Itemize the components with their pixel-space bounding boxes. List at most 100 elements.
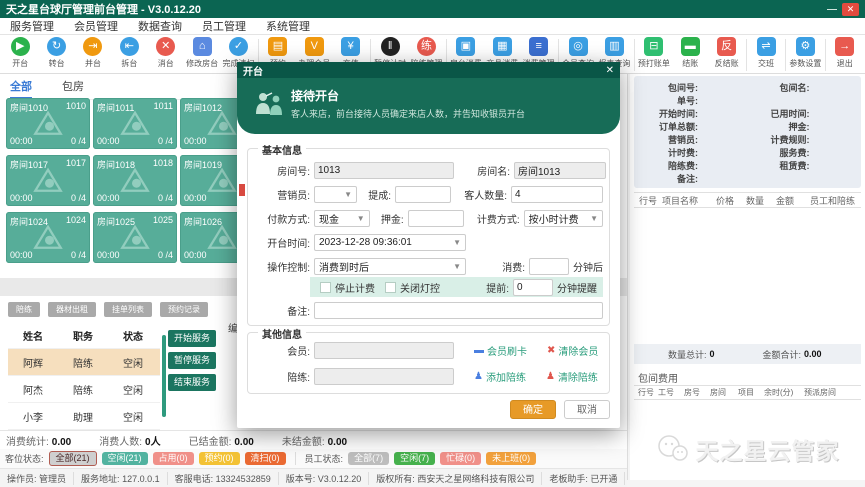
room-logo-icon [207, 109, 237, 139]
guests-field[interactable] [511, 186, 603, 203]
commission-field[interactable] [395, 186, 451, 203]
cancel-button[interactable]: 取消 [564, 400, 610, 419]
col: 行号 [634, 387, 658, 398]
seat-chip-free[interactable]: 空闲(21) [102, 452, 148, 465]
room-card[interactable]: 房间10251025 00:000 /4 [93, 212, 177, 263]
control-options-band: 停止计费 关闭灯控 提前: 分钟提醒 [310, 277, 603, 297]
table-row[interactable]: 阿辉 陪练 空闲 [8, 349, 160, 376]
room-occupancy: 0 /4 [158, 193, 173, 203]
equipment-rent-button[interactable]: 器材出租 [48, 302, 96, 317]
start-service-button[interactable]: 开始服务 [168, 330, 216, 347]
remark-row: 备注: [254, 301, 603, 319]
room-card[interactable]: 房间10101010 00:000 /4 [6, 98, 90, 149]
menu-data-query[interactable]: 数据查询 [138, 18, 182, 34]
col-status: 状态 [108, 328, 158, 343]
toolbar-shift-change-button[interactable]: ⇌交班 [748, 37, 784, 69]
clear-coach-link[interactable]: ♟清除陪练 [546, 369, 598, 384]
room-card[interactable]: 房间10111011 00:000 /4 [93, 98, 177, 149]
stop-billing-checkbox[interactable] [320, 282, 331, 293]
minimize-button[interactable]: — [827, 4, 837, 15]
open-time-picker[interactable]: 2023-12-28 09:36:01▼ [314, 234, 466, 251]
dialog-header: 接待开台 客人来店，前台接待人员确定来店人数，并告知收银员开台 [237, 78, 620, 134]
menu-service[interactable]: 服务管理 [10, 18, 54, 34]
trash-icon: ✖ [547, 345, 555, 356]
toolbar-exit-button[interactable]: →退出 [827, 37, 863, 69]
version-info: 版本号: V3.0.12.20 [279, 472, 370, 485]
room-name-field[interactable] [514, 162, 606, 179]
consume-suffix: 分钟后 [573, 259, 603, 274]
staff-chip-all[interactable]: 全部(7) [348, 452, 389, 465]
pause-service-button[interactable]: 暂停服务 [168, 352, 216, 369]
member-field[interactable] [314, 342, 454, 359]
coach-button[interactable]: 陪练 [8, 302, 40, 317]
clear-member-link[interactable]: ✖清除会员 [547, 343, 598, 358]
room-code: 1025 [153, 215, 173, 225]
copyright-info: 版权所有: 西安天之星网络科技有限公司 [369, 472, 542, 485]
col: 余时(分) [764, 387, 804, 398]
toolbar-split-table-button[interactable]: ⇤拆台 [111, 37, 147, 69]
menu-system[interactable]: 系统管理 [266, 18, 310, 34]
reservation-records-button[interactable]: 预约记录 [160, 302, 208, 317]
scrollbar-thumb[interactable] [162, 335, 166, 417]
deposit-field[interactable] [408, 210, 464, 227]
dialog-title: 开台 [243, 63, 263, 78]
marketer-select[interactable]: ▼ [314, 186, 357, 203]
coach-field[interactable] [314, 368, 454, 385]
end-service-button[interactable]: 结束服务 [168, 374, 216, 391]
room-time: 00:00 [10, 250, 33, 260]
server-address-info: 服务地址: 127.0.0.1 [74, 472, 168, 485]
remark-field[interactable] [314, 302, 603, 319]
swipe-member-card-link[interactable]: ▬会员刷卡 [474, 343, 527, 358]
toolbar-merge-table-button[interactable]: ⇥并台 [75, 37, 111, 69]
room-logo-icon [120, 109, 150, 139]
toolbar-checkout-button[interactable]: ▬结账 [672, 37, 708, 69]
table-row[interactable]: 小李 助理 空闲 [8, 403, 160, 430]
toolbar-open-table-button[interactable]: ▶开台 [2, 37, 38, 69]
seat-chip-all[interactable]: 全部(21) [49, 451, 97, 466]
boss-assistant-info: 老板助手: 已开通 [542, 472, 625, 485]
menu-staff[interactable]: 员工管理 [202, 18, 246, 34]
toolbar-transfer-table-button[interactable]: ↻转台 [38, 37, 74, 69]
billing-select[interactable]: 按小时计费▼ [524, 210, 603, 227]
room-card[interactable]: 房间10241024 00:000 /4 [6, 212, 90, 263]
toolbar-reverse-checkout-button[interactable]: 反反结账 [708, 37, 744, 69]
room-time: 00:00 [184, 250, 207, 260]
tab-private-rooms[interactable]: 包房 [62, 78, 84, 99]
room-no-field[interactable] [314, 162, 454, 179]
staff-chip-off-duty[interactable]: 未上班(0) [486, 452, 536, 465]
dialog-close-icon[interactable]: ✕ [606, 65, 614, 76]
seat-chip-occupied[interactable]: 占用(0) [153, 452, 194, 465]
reservation-icon: ▤ [268, 37, 287, 56]
consume-minutes-field[interactable] [529, 258, 569, 275]
person-remove-icon: ♟ [546, 371, 555, 382]
room-card[interactable]: 房间10181018 00:000 /4 [93, 155, 177, 206]
op-control-select[interactable]: 消费到时后▼ [314, 258, 466, 275]
remind-minutes-field[interactable] [513, 279, 553, 296]
staff-chip-free[interactable]: 空闲(7) [394, 452, 435, 465]
add-coach-link[interactable]: ♟添加陪练 [474, 369, 526, 384]
toolbar-settings-button[interactable]: ⚙参数设置 [787, 37, 823, 69]
info-rental-fee-label: 租赁费: [748, 159, 810, 172]
chevron-down-icon: ▼ [590, 214, 598, 223]
stat-item: 消费统计:0.00 [6, 433, 71, 448]
toolbar-preprint-bill-button[interactable]: ⊟预打账单 [636, 37, 672, 69]
toolbar-cancel-table-button[interactable]: ✕消台 [148, 37, 184, 69]
tab-all[interactable]: 全部 [10, 78, 32, 99]
seat-chip-cleaning[interactable]: 清扫(0) [245, 452, 286, 465]
toolbar-divider [746, 39, 747, 71]
seat-chip-reserved[interactable]: 预约(0) [199, 452, 240, 465]
pause-icon: ‖ [381, 37, 400, 56]
close-button[interactable]: ✕ [842, 3, 859, 16]
toolbar-modify-room-button[interactable]: ⌂修改房台 [184, 37, 220, 69]
room-occupancy: 0 /4 [71, 250, 86, 260]
pending-orders-button[interactable]: 挂单列表 [104, 302, 152, 317]
room-card[interactable]: 房间10171017 00:000 /4 [6, 155, 90, 206]
table-row[interactable]: 阿杰 陪练 空闲 [8, 376, 160, 403]
menu-member[interactable]: 会员管理 [74, 18, 118, 34]
staff-chip-busy[interactable]: 忙碌(0) [440, 452, 481, 465]
light-off-checkbox[interactable] [385, 282, 396, 293]
consume-label: 消费: [491, 259, 525, 274]
confirm-button[interactable]: 确定 [510, 400, 556, 419]
payment-select[interactable]: 现金▼ [314, 210, 370, 227]
toolbar-label: 结账 [682, 58, 698, 69]
